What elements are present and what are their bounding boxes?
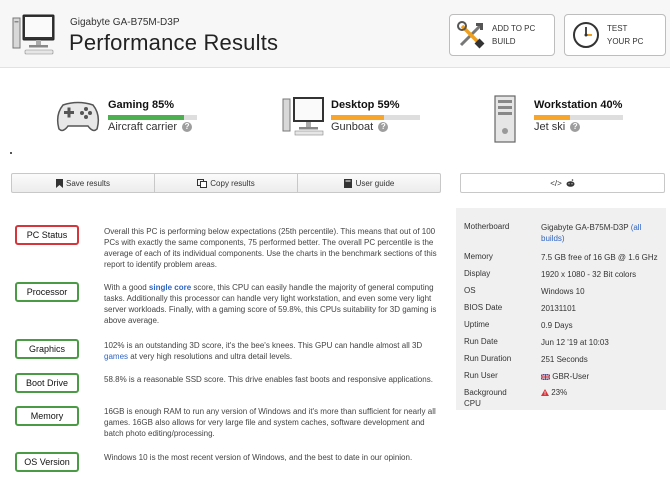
run-user-value: GBR-User <box>540 371 661 382</box>
desktop-score-fill <box>331 115 384 120</box>
test-your-pc-button[interactable]: TEST YOUR PC <box>564 14 666 56</box>
gaming-score-fill <box>108 115 184 120</box>
test-btn-line1: TEST <box>607 24 628 33</box>
processor-text-pre: With a good <box>104 283 149 292</box>
test-btn-line2: YOUR PC <box>607 37 644 46</box>
processor-text: With a good single core score, this CPU … <box>104 282 439 326</box>
run-date-label: Run Date <box>464 337 498 346</box>
os-version-button[interactable]: OS Version <box>15 452 79 472</box>
copy-results-button[interactable]: Copy results <box>155 174 298 192</box>
embed-code-icon[interactable]: </> <box>550 179 562 188</box>
graphics-text: 102% is an outstanding 3D score, it's th… <box>104 340 439 362</box>
os-label: OS <box>464 286 476 295</box>
graphics-button[interactable]: Graphics <box>15 339 79 359</box>
os-version-text: Windows 10 is the most recent version of… <box>104 453 413 462</box>
page-title: Performance Results <box>69 30 279 55</box>
desktop-score-desc: Gunboat ? <box>331 121 389 133</box>
copy-results-label: Copy results <box>210 178 255 188</box>
add-btn-line2: BUILD <box>492 37 516 46</box>
header-bar: Gigabyte GA-B75M-D3P Performance Results… <box>0 0 670 68</box>
gaming-score-label: Gaming 85% <box>108 99 175 111</box>
warning-icon <box>541 389 549 397</box>
bookmark-icon <box>55 178 63 188</box>
uk-flag-icon <box>540 373 551 381</box>
workstation-score-label: Workstation 40% <box>534 99 623 111</box>
gaming-desc-text: Aircraft carrier <box>108 121 178 133</box>
desktop-score-label: Desktop 59% <box>331 99 400 111</box>
gaming-score: Gaming 85% Aircraft carrier ? <box>55 95 205 145</box>
bios-label: BIOS Date <box>464 303 503 312</box>
stray-dot <box>10 152 12 154</box>
single-core-link[interactable]: single core <box>149 283 191 292</box>
tower-icon <box>494 95 516 143</box>
board-subtitle: Gigabyte GA-B75M-D3P <box>70 17 180 28</box>
desktop-desc-text: Gunboat <box>331 121 374 133</box>
run-duration-label: Run Duration <box>464 354 512 363</box>
run-user-label: Run User <box>464 371 498 380</box>
run-date-value: Jun 12 '19 at 10:03 <box>541 338 609 347</box>
stopwatch-icon <box>573 22 599 48</box>
motherboard-value: Gigabyte GA-B75M-D3P (all builds) <box>541 222 661 244</box>
share-box: </> <box>460 173 665 193</box>
run-duration-value: 251 Seconds <box>541 355 588 364</box>
reddit-icon[interactable] <box>566 179 575 187</box>
pc-status-text: Overall this PC is performing below expe… <box>104 227 437 269</box>
background-cpu-value: 23% <box>541 387 661 398</box>
gamepad-icon <box>56 101 100 132</box>
tools-icon <box>457 21 485 49</box>
boot-drive-button[interactable]: Boot Drive <box>15 373 79 393</box>
run-user-text: GBR-User <box>552 372 590 381</box>
motherboard-text: Gigabyte GA-B75M-D3P <box>541 223 629 232</box>
memory-value: 7.5 GB free of 16 GB @ 1.6 GHz <box>541 253 658 262</box>
graphics-text-post: at very high resolutions and ultra detai… <box>128 352 293 361</box>
user-guide-button[interactable]: User guide <box>298 174 440 192</box>
memory-button[interactable]: Memory <box>15 406 79 426</box>
system-info-panel: Motherboard Gigabyte GA-B75M-D3P (all bu… <box>456 208 666 410</box>
workstation-score-fill <box>534 115 570 120</box>
workstation-score: Workstation 40% Jet ski ? <box>493 95 653 145</box>
help-icon[interactable]: ? <box>378 122 389 133</box>
desktop-score-bar <box>331 115 420 120</box>
background-cpu-label: Background CPU <box>464 388 507 408</box>
processor-button[interactable]: Processor <box>15 282 79 302</box>
motherboard-label: Motherboard <box>464 222 510 231</box>
pc-logo-icon <box>12 14 55 55</box>
desktop-score: Desktop 59% Gunboat ? <box>282 95 432 145</box>
games-link[interactable]: games <box>104 352 128 361</box>
user-guide-label: User guide <box>355 178 395 188</box>
workstation-desc-text: Jet ski <box>534 121 566 133</box>
gaming-score-desc: Aircraft carrier ? <box>108 121 193 133</box>
uptime-label: Uptime <box>464 320 490 329</box>
bios-value: 20131101 <box>541 304 576 313</box>
memory-label: Memory <box>464 252 493 261</box>
background-cpu-text: 23% <box>551 388 568 397</box>
display-label: Display <box>464 269 491 278</box>
help-icon[interactable]: ? <box>570 122 581 133</box>
pc-status-button[interactable]: PC Status <box>15 225 79 245</box>
os-value: Windows 10 <box>541 287 585 296</box>
uptime-value: 0.9 Days <box>541 321 573 330</box>
boot-drive-text: 58.8% is a reasonable SSD score. This dr… <box>104 375 433 384</box>
gaming-score-bar <box>108 115 197 120</box>
save-results-button[interactable]: Save results <box>12 174 155 192</box>
add-to-pc-build-button[interactable]: ADD TO PC BUILD <box>449 14 555 56</box>
add-btn-line1: ADD TO PC <box>492 24 536 33</box>
graphics-text-pre: 102% is an outstanding 3D score, it's th… <box>104 341 423 350</box>
workstation-score-bar <box>534 115 623 120</box>
desktop-icon <box>282 97 324 136</box>
display-value: 1920 x 1080 - 32 Bit colors <box>541 270 637 279</box>
workstation-score-desc: Jet ski ? <box>534 121 581 133</box>
copy-icon <box>197 178 208 188</box>
action-bar: Save results Copy results User guide <box>11 173 441 193</box>
save-results-label: Save results <box>65 178 111 188</box>
help-icon[interactable]: ? <box>182 122 193 133</box>
memory-text: 16GB is enough RAM to run any version of… <box>104 407 436 438</box>
book-icon <box>343 178 352 188</box>
